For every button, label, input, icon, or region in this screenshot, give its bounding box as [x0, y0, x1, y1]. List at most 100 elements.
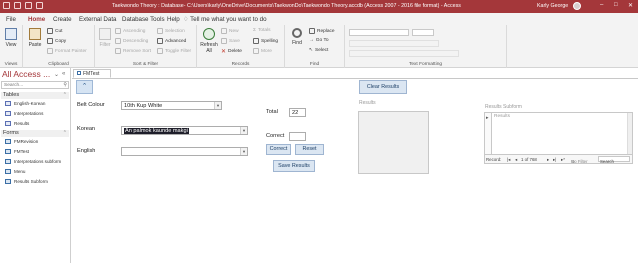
results-subform[interactable]: ▸ Results Record: |◂ ◂ 1 of 768 ▸ ▸| ▸* … [484, 112, 633, 164]
clear-results-button[interactable]: Clear Results [359, 80, 407, 94]
copy-button[interactable]: Copy [47, 38, 66, 44]
group-label-text-formatting: Text Formatting [408, 62, 443, 67]
nav-item-interpretations-subform[interactable]: Interpretations subform [5, 159, 61, 164]
selection-button[interactable]: Selection [157, 28, 185, 34]
cut-button[interactable]: Cut [47, 28, 62, 34]
arrow-right-icon: → [309, 38, 314, 43]
table-icon [5, 111, 11, 116]
record-selector-column[interactable]: ▸ [485, 113, 492, 155]
nav-section-tables[interactable]: Tables ⌃ [1, 92, 69, 99]
chevron-down-icon[interactable]: ▾ [214, 102, 221, 109]
remove-sort-button[interactable]: Remove Sort [115, 48, 151, 54]
tab-external-data[interactable]: External Data [79, 16, 117, 23]
results-list[interactable] [358, 111, 429, 174]
tell-me-search[interactable]: ♢ Tell me what you want to do [183, 16, 267, 23]
nav-dropdown-icon[interactable]: ⌄ [54, 71, 59, 78]
save-icon[interactable] [3, 2, 10, 9]
english-combo[interactable]: ▾ [121, 147, 248, 156]
nav-item-menu[interactable]: Menu [5, 169, 26, 174]
find-button[interactable]: Find [289, 28, 305, 46]
reset-button[interactable]: Reset [295, 144, 324, 155]
tab-create[interactable]: Create [53, 16, 72, 23]
view-button[interactable]: View [3, 28, 19, 48]
replace-icon [309, 28, 315, 34]
group-label-views: Views [4, 62, 18, 67]
select-button[interactable]: ↖ Select [309, 48, 328, 53]
alignment-buttons-row[interactable] [349, 50, 459, 57]
correct-field[interactable] [289, 132, 306, 141]
delete-record-button[interactable]: ✕ Delete [221, 48, 242, 55]
replace-button[interactable]: Replace [309, 28, 335, 34]
filter-button[interactable]: Filter [97, 28, 113, 48]
nav-title[interactable]: All Access ... [2, 69, 50, 79]
scissors-icon [47, 28, 53, 34]
format-buttons-row[interactable] [349, 40, 439, 47]
new-record-nav-button[interactable]: ▸* [561, 157, 565, 163]
spelling-icon [253, 38, 259, 44]
magnifier-icon [292, 28, 302, 38]
chevron-down-icon[interactable]: ▾ [240, 127, 247, 134]
font-size-box[interactable] [412, 29, 434, 36]
tab-database-tools[interactable]: Database Tools [122, 16, 165, 23]
goto-button[interactable]: → Go To [309, 38, 329, 43]
advanced-button[interactable]: Advanced [157, 38, 186, 44]
tab-fmtest[interactable]: FMTest [73, 69, 111, 78]
save-record-button[interactable]: Save [221, 38, 240, 44]
user-name[interactable]: Karly George [537, 3, 568, 9]
last-record-button[interactable]: ▸| [553, 157, 556, 163]
spelling-button[interactable]: Spelling [253, 38, 278, 44]
minimize-button[interactable]: – [600, 2, 603, 8]
redo-icon[interactable] [25, 2, 32, 9]
tab-divider [72, 78, 638, 79]
nav-item-results-subform[interactable]: Results Subform [5, 179, 48, 184]
toggle-filter-button[interactable]: Toggle Filter [157, 48, 191, 54]
nav-collapse-icon[interactable]: « [62, 71, 65, 77]
tab-help[interactable]: Help [167, 16, 180, 23]
subform-scrollbar[interactable] [627, 113, 632, 155]
nav-section-forms[interactable]: Forms ⌃ [1, 130, 69, 137]
customize-icon[interactable] [36, 2, 43, 9]
paste-button[interactable]: Paste [26, 28, 44, 48]
nav-item-results[interactable]: Results [5, 121, 29, 126]
form-icon [5, 149, 11, 154]
results-subform-label: Results Subform [485, 104, 522, 110]
first-record-button[interactable]: |◂ [507, 157, 510, 163]
korean-label: Korean [77, 126, 96, 132]
more-button[interactable]: More [253, 48, 272, 54]
nav-item-fmrevision[interactable]: FMRevision [5, 139, 38, 144]
up-button[interactable]: ⌃ [76, 80, 93, 94]
results-column-header[interactable]: Results [494, 114, 510, 119]
nav-item-interpretations[interactable]: Interpretations [5, 111, 43, 116]
refresh-all-button[interactable]: Refresh All [200, 28, 218, 54]
record-position[interactable]: 1 of 768 [521, 157, 537, 162]
tab-file[interactable]: File [6, 16, 16, 23]
current-record-icon: ▸ [486, 115, 489, 121]
next-record-button[interactable]: ▸ [547, 157, 549, 163]
cursor-icon: ↖ [309, 48, 314, 53]
undo-icon[interactable] [14, 2, 21, 9]
chevron-down-icon[interactable]: ▾ [240, 148, 247, 155]
nav-item-fmtest[interactable]: FMTest [5, 149, 29, 154]
record-search-input[interactable]: Search [598, 156, 630, 164]
korean-combo[interactable]: An palmok kaunde makgi ▾ [121, 126, 248, 135]
chevron-up-icon: ⌃ [62, 130, 67, 136]
belt-colour-combo[interactable]: 10th Kup White ▾ [121, 101, 222, 110]
ascending-button[interactable]: Ascending [115, 28, 145, 34]
previous-record-button[interactable]: ◂ [515, 157, 517, 163]
close-button[interactable]: ✕ [628, 2, 633, 9]
correct-label: Correct [266, 133, 285, 139]
avatar[interactable] [573, 2, 581, 10]
descending-button[interactable]: Descending [115, 38, 148, 44]
form-icon [5, 169, 11, 174]
format-painter-button[interactable]: Format Painter [47, 48, 87, 54]
totals-button[interactable]: Σ Totals [253, 28, 271, 33]
maximize-button[interactable]: □ [614, 2, 618, 8]
correct-button[interactable]: Correct [266, 144, 291, 155]
new-record-button[interactable]: New [221, 28, 239, 34]
tab-home[interactable]: Home [26, 16, 47, 26]
advanced-filter-icon [157, 38, 163, 44]
save-results-button[interactable]: Save Results [273, 160, 315, 172]
font-name-box[interactable] [349, 29, 409, 36]
nav-search-input[interactable]: Search... ⚲ [1, 81, 69, 89]
nav-item-english-korean[interactable]: English-Korean [5, 101, 45, 106]
